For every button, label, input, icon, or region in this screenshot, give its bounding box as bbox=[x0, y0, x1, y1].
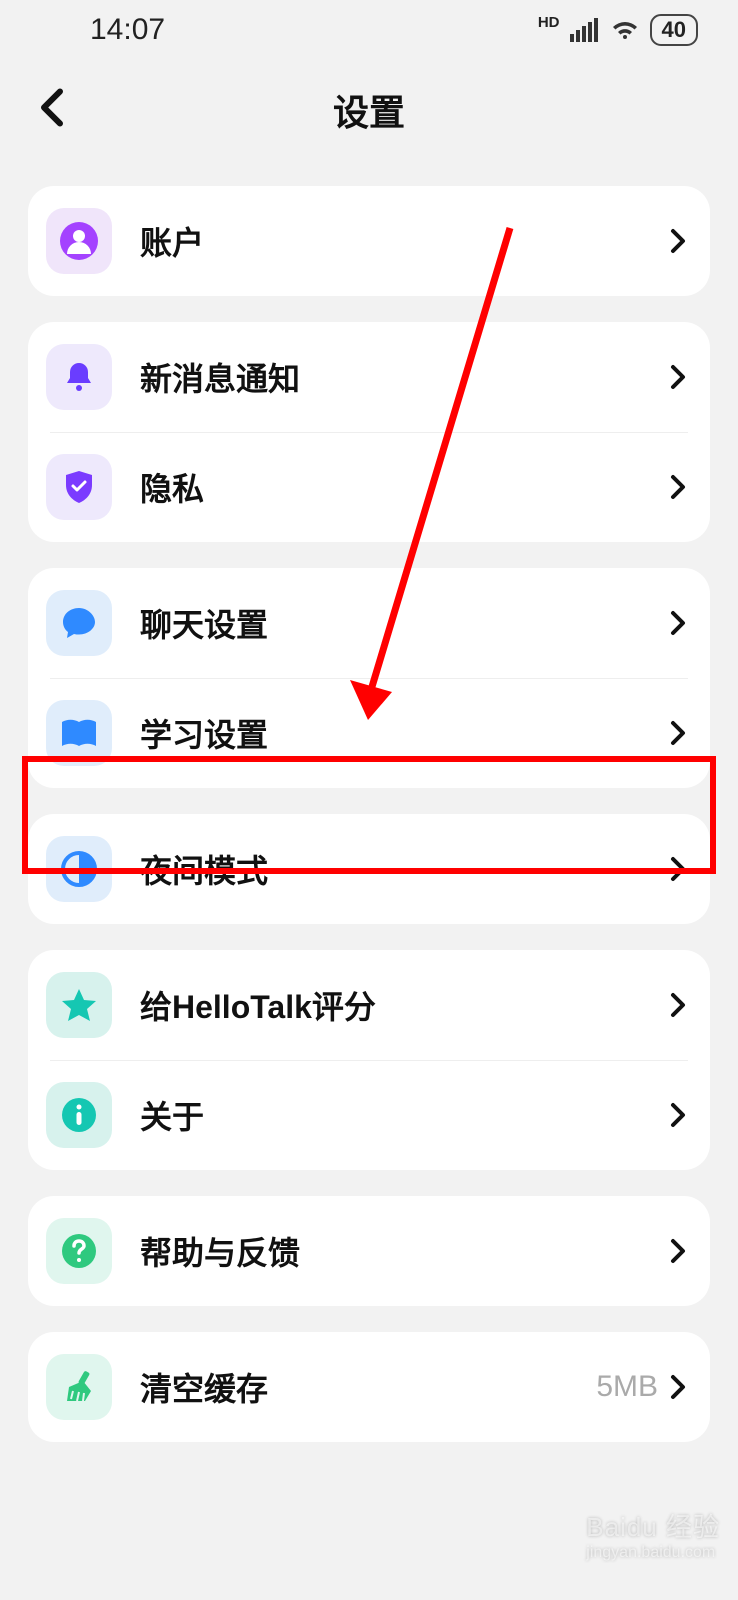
shield-icon bbox=[46, 454, 112, 520]
row-chat-settings[interactable]: 聊天设置 bbox=[28, 568, 710, 678]
row-account[interactable]: 账户 bbox=[28, 186, 710, 296]
broom-icon bbox=[46, 1354, 112, 1420]
settings-group: 帮助与反馈 bbox=[28, 1196, 710, 1306]
settings-group: 清空缓存 5MB bbox=[28, 1332, 710, 1442]
chevron-right-icon bbox=[670, 1102, 686, 1128]
row-privacy[interactable]: 隐私 bbox=[28, 432, 710, 542]
bell-icon bbox=[46, 344, 112, 410]
page-header: 设置 bbox=[0, 60, 738, 160]
status-time: 14:07 bbox=[90, 13, 165, 47]
star-icon bbox=[46, 972, 112, 1038]
back-button[interactable] bbox=[38, 88, 64, 133]
row-label: 清空缓存 bbox=[140, 1364, 596, 1410]
row-label: 关于 bbox=[140, 1092, 670, 1138]
row-clear-cache[interactable]: 清空缓存 5MB bbox=[28, 1332, 710, 1442]
page-title: 设置 bbox=[333, 84, 405, 136]
book-icon bbox=[46, 700, 112, 766]
row-label: 聊天设置 bbox=[140, 600, 670, 646]
settings-group: 新消息通知 隐私 bbox=[28, 322, 710, 542]
signal-icon bbox=[570, 18, 600, 42]
info-icon bbox=[46, 1082, 112, 1148]
row-label: 给HelloTalk评分 bbox=[140, 982, 670, 1028]
row-notifications[interactable]: 新消息通知 bbox=[28, 322, 710, 432]
hd-indicator: HD bbox=[538, 14, 560, 31]
row-night-mode[interactable]: 夜间模式 bbox=[28, 814, 710, 924]
chevron-right-icon bbox=[670, 1238, 686, 1264]
chevron-right-icon bbox=[670, 228, 686, 254]
settings-group: 夜间模式 bbox=[28, 814, 710, 924]
settings-group: 账户 bbox=[28, 186, 710, 296]
row-rate[interactable]: 给HelloTalk评分 bbox=[28, 950, 710, 1060]
account-icon bbox=[46, 208, 112, 274]
chevron-right-icon bbox=[670, 720, 686, 746]
watermark-main: Baidu 经验 bbox=[586, 1512, 720, 1542]
wifi-icon bbox=[610, 18, 640, 42]
chevron-left-icon bbox=[38, 88, 64, 128]
row-label: 学习设置 bbox=[140, 710, 670, 756]
status-right: HD 40 bbox=[538, 14, 698, 46]
row-label: 账户 bbox=[140, 218, 670, 264]
chevron-right-icon bbox=[670, 856, 686, 882]
row-about[interactable]: 关于 bbox=[28, 1060, 710, 1170]
chat-icon bbox=[46, 590, 112, 656]
status-bar: 14:07 HD 40 bbox=[0, 0, 738, 60]
settings-group: 聊天设置 学习设置 bbox=[28, 568, 710, 788]
row-label: 隐私 bbox=[140, 464, 670, 510]
chevron-right-icon bbox=[670, 364, 686, 390]
row-label: 夜间模式 bbox=[140, 846, 670, 892]
help-icon bbox=[46, 1218, 112, 1284]
chevron-right-icon bbox=[670, 474, 686, 500]
night-mode-icon bbox=[46, 836, 112, 902]
row-label: 帮助与反馈 bbox=[140, 1228, 670, 1274]
row-help[interactable]: 帮助与反馈 bbox=[28, 1196, 710, 1306]
chevron-right-icon bbox=[670, 1374, 686, 1400]
row-label: 新消息通知 bbox=[140, 354, 670, 400]
settings-group: 给HelloTalk评分 关于 bbox=[28, 950, 710, 1170]
cache-size: 5MB bbox=[596, 1370, 658, 1404]
row-study-settings[interactable]: 学习设置 bbox=[28, 678, 710, 788]
chevron-right-icon bbox=[670, 992, 686, 1018]
battery-indicator: 40 bbox=[650, 14, 698, 46]
chevron-right-icon bbox=[670, 610, 686, 636]
watermark-sub: jingyan.baidu.com bbox=[586, 1544, 720, 1562]
settings-list: 账户 新消息通知 隐私 聊天设置 bbox=[0, 186, 738, 1442]
watermark: Baidu 经验 jingyan.baidu.com bbox=[586, 1507, 720, 1562]
